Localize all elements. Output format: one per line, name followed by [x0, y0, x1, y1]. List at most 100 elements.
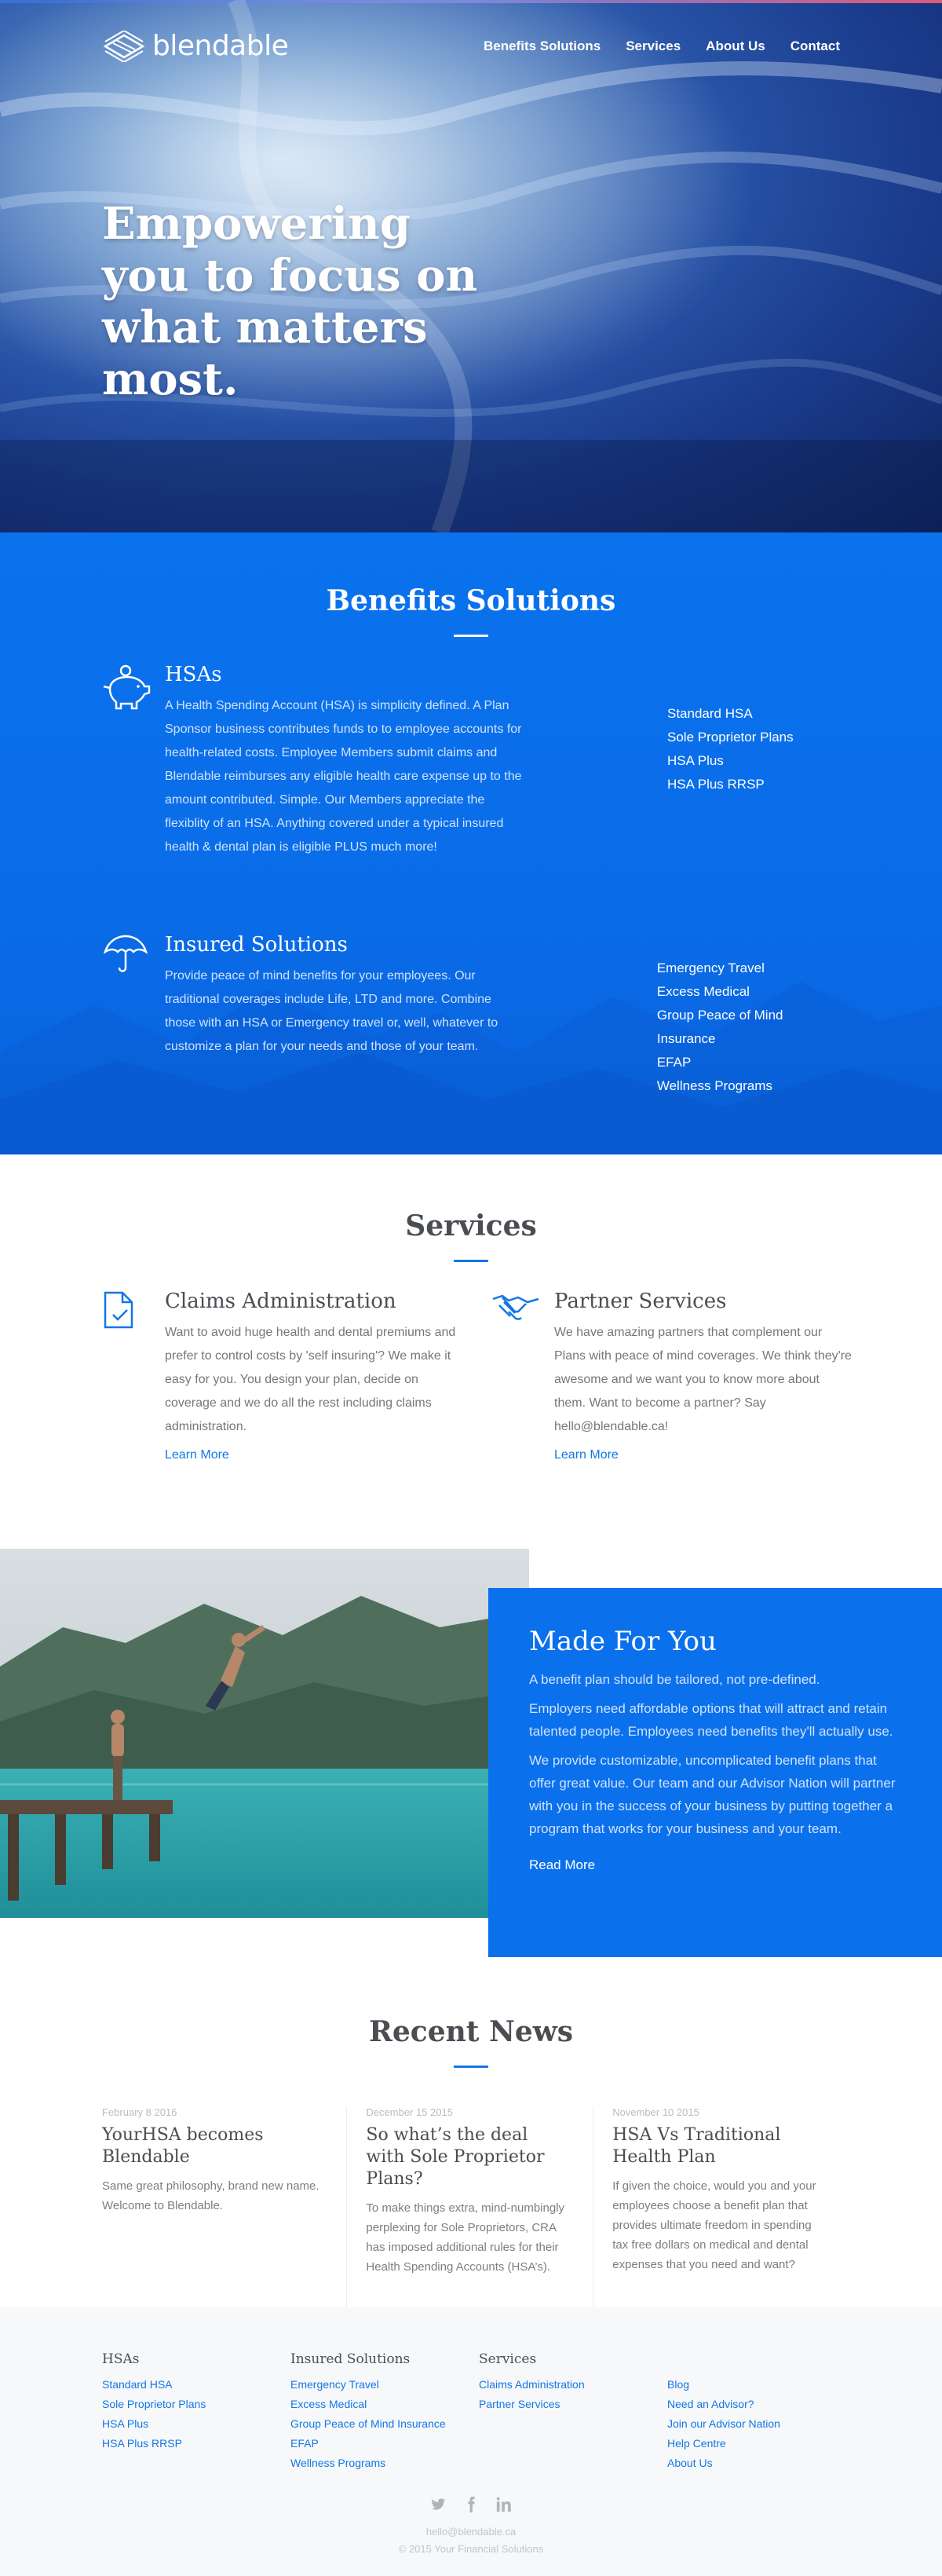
footer-column-title: Insured Solutions	[290, 2351, 411, 2367]
claims-learn-more-link[interactable]: Learn More	[165, 1448, 229, 1462]
footer-copyright: © 2015 Your Financial Solutions	[398, 2543, 544, 2555]
footer-link[interactable]: Sole Proprietor Plans	[102, 2398, 206, 2410]
hero-section: blendable Benefits Solutions Services Ab…	[0, 0, 942, 532]
footer-column-company: Blog Need an Advisor? Join our Advisor N…	[667, 2351, 856, 2473]
insured-link-wellness[interactable]: Wellness Programs	[657, 1074, 840, 1098]
footer-link[interactable]: Join our Advisor Nation	[667, 2417, 780, 2430]
nav-links: Benefits Solutions Services About Us Con…	[484, 38, 840, 54]
footer-link[interactable]: HSA Plus RRSP	[102, 2437, 182, 2450]
nav-services[interactable]: Services	[626, 38, 681, 54]
hsa-link-sole-proprietor[interactable]: Sole Proprietor Plans	[667, 726, 794, 749]
nav-contact[interactable]: Contact	[790, 38, 840, 54]
brand-logo[interactable]: blendable	[102, 30, 289, 62]
insured-description: Provide peace of mind benefits for your …	[165, 969, 498, 1053]
social-links	[0, 2496, 942, 2513]
news-card[interactable]: December 15 2015 So what’s the deal with…	[347, 2106, 594, 2307]
handshake-icon	[491, 1290, 554, 1462]
footer-email[interactable]: hello@blendable.ca	[0, 2526, 942, 2538]
footer-link[interactable]: HSA Plus	[102, 2417, 148, 2430]
pier-jumping-photo	[0, 1549, 529, 1918]
news-title: Recent News	[368, 2015, 574, 2048]
services-section: Services Claims Administration Want to a…	[0, 1154, 942, 1549]
made-for-you-title: Made For You	[529, 1626, 717, 1657]
footer-column-title: Services	[479, 2351, 537, 2367]
hsa-link-hsa-plus-rrsp[interactable]: HSA Plus RRSP	[667, 773, 794, 796]
footer-column-title: HSAs	[102, 2351, 140, 2367]
brand-name: blendable	[152, 30, 289, 62]
top-nav: blendable Benefits Solutions Services Ab…	[102, 30, 840, 62]
footer-column-insured: Insured Solutions Emergency Travel Exces…	[290, 2351, 479, 2473]
partner-services-block: Partner Services We have amazing partner…	[491, 1290, 853, 1462]
footer-link[interactable]: Group Peace of Mind Insurance	[290, 2417, 446, 2430]
insured-link-efap[interactable]: EFAP	[657, 1051, 840, 1074]
claims-administration-block: Claims Administration Want to avoid huge…	[102, 1290, 463, 1462]
footer-link[interactable]: Need an Advisor?	[667, 2398, 754, 2410]
footer-link[interactable]: Wellness Programs	[290, 2457, 385, 2469]
footer-link[interactable]: Claims Administration	[479, 2378, 585, 2391]
hsa-block: HSAs A Health Spending Account (HSA) is …	[102, 663, 840, 859]
news-date: November 10 2015	[612, 2106, 699, 2118]
footer-column-title	[667, 2351, 856, 2367]
footer-link[interactable]: Excess Medical	[290, 2398, 367, 2410]
news-excerpt: To make things extra, mind-numbingly per…	[366, 2201, 565, 2274]
made-for-you-paragraph-2: Employers need affordable options that w…	[529, 1701, 893, 1739]
title-underline	[454, 1260, 488, 1262]
partner-title: Partner Services	[554, 1290, 727, 1313]
insured-link-list: Emergency Travel Excess Medical Group Pe…	[657, 933, 840, 1098]
footer-link[interactable]: EFAP	[290, 2437, 319, 2450]
news-card[interactable]: November 10 2015 HSA Vs Traditional Heal…	[593, 2106, 840, 2307]
partner-description: We have amazing partners that complement…	[554, 1326, 852, 1433]
news-headline[interactable]: YourHSA becomes Blendable	[102, 2124, 323, 2168]
insured-title: Insured Solutions	[165, 933, 348, 957]
document-check-icon	[102, 1290, 165, 1462]
footer-column-hsas: HSAs Standard HSA Sole Proprietor Plans …	[102, 2351, 290, 2473]
benefits-section: Benefits Solutions HSAs A Health Spendin…	[0, 532, 942, 1154]
services-title: Services	[405, 1209, 537, 1242]
made-for-you-paragraph-1: A benefit plan should be tailored, not p…	[529, 1672, 820, 1687]
footer-link[interactable]: About Us	[667, 2457, 713, 2469]
news-date: February 8 2016	[102, 2106, 177, 2118]
partner-learn-more-link[interactable]: Learn More	[554, 1448, 619, 1462]
footer-link[interactable]: Emergency Travel	[290, 2378, 379, 2391]
claims-title: Claims Administration	[165, 1290, 396, 1313]
hsa-description: A Health Spending Account (HSA) is simpl…	[165, 699, 522, 854]
nav-benefits-solutions[interactable]: Benefits Solutions	[484, 38, 601, 54]
hero-headline: Empowering you to focus on what matters …	[102, 198, 478, 405]
insured-block: Insured Solutions Provide peace of mind …	[102, 933, 840, 1098]
footer-link[interactable]: Blog	[667, 2378, 689, 2391]
benefits-title: Benefits Solutions	[326, 584, 616, 617]
piggy-bank-icon	[102, 663, 165, 859]
umbrella-icon	[102, 933, 165, 1098]
news-card[interactable]: February 8 2016 YourHSA becomes Blendabl…	[102, 2106, 348, 2307]
hsa-link-hsa-plus[interactable]: HSA Plus	[667, 749, 794, 773]
insured-link-peace-of-mind[interactable]: Group Peace of Mind Insurance	[657, 1004, 840, 1051]
title-underline	[454, 635, 488, 637]
news-excerpt: If given the choice, would you and your …	[612, 2179, 816, 2271]
insured-link-emergency-travel[interactable]: Emergency Travel	[657, 957, 840, 980]
news-date: December 15 2015	[366, 2106, 453, 2118]
made-for-you-paragraph-3: We provide customizable, uncomplicated b…	[529, 1753, 896, 1836]
hsa-link-list: Standard HSA Sole Proprietor Plans HSA P…	[667, 663, 794, 859]
news-headline[interactable]: So what’s the deal with Sole Proprietor …	[366, 2124, 569, 2190]
title-underline	[454, 2066, 488, 2068]
hsa-title: HSAs	[165, 663, 222, 686]
linkedin-icon[interactable]	[495, 2496, 513, 2513]
made-for-you-card: Made For You A benefit plan should be ta…	[488, 1588, 942, 1957]
footer-link[interactable]: Help Centre	[667, 2437, 726, 2450]
site-footer: HSAs Standard HSA Sole Proprietor Plans …	[0, 2307, 942, 2576]
footer-link[interactable]: Standard HSA	[102, 2378, 173, 2391]
blendable-logo-icon	[103, 30, 145, 62]
nav-about-us[interactable]: About Us	[706, 38, 765, 54]
footer-link[interactable]: Partner Services	[479, 2398, 560, 2410]
news-headline[interactable]: HSA Vs Traditional Health Plan	[612, 2124, 816, 2168]
claims-description: Want to avoid huge health and dental pre…	[165, 1326, 456, 1433]
news-excerpt: Same great philosophy, brand new name. W…	[102, 2179, 319, 2212]
twitter-icon[interactable]	[429, 2496, 447, 2513]
recent-news-section: Recent News February 8 2016 YourHSA beco…	[0, 1996, 942, 2307]
read-more-link[interactable]: Read More	[529, 1857, 595, 1873]
made-for-you-section: Made For You A benefit plan should be ta…	[0, 1549, 942, 1996]
footer-column-services: Services Claims Administration Partner S…	[479, 2351, 667, 2473]
facebook-icon[interactable]	[462, 2496, 480, 2513]
hsa-link-standard[interactable]: Standard HSA	[667, 702, 794, 726]
insured-link-excess-medical[interactable]: Excess Medical	[657, 980, 840, 1004]
